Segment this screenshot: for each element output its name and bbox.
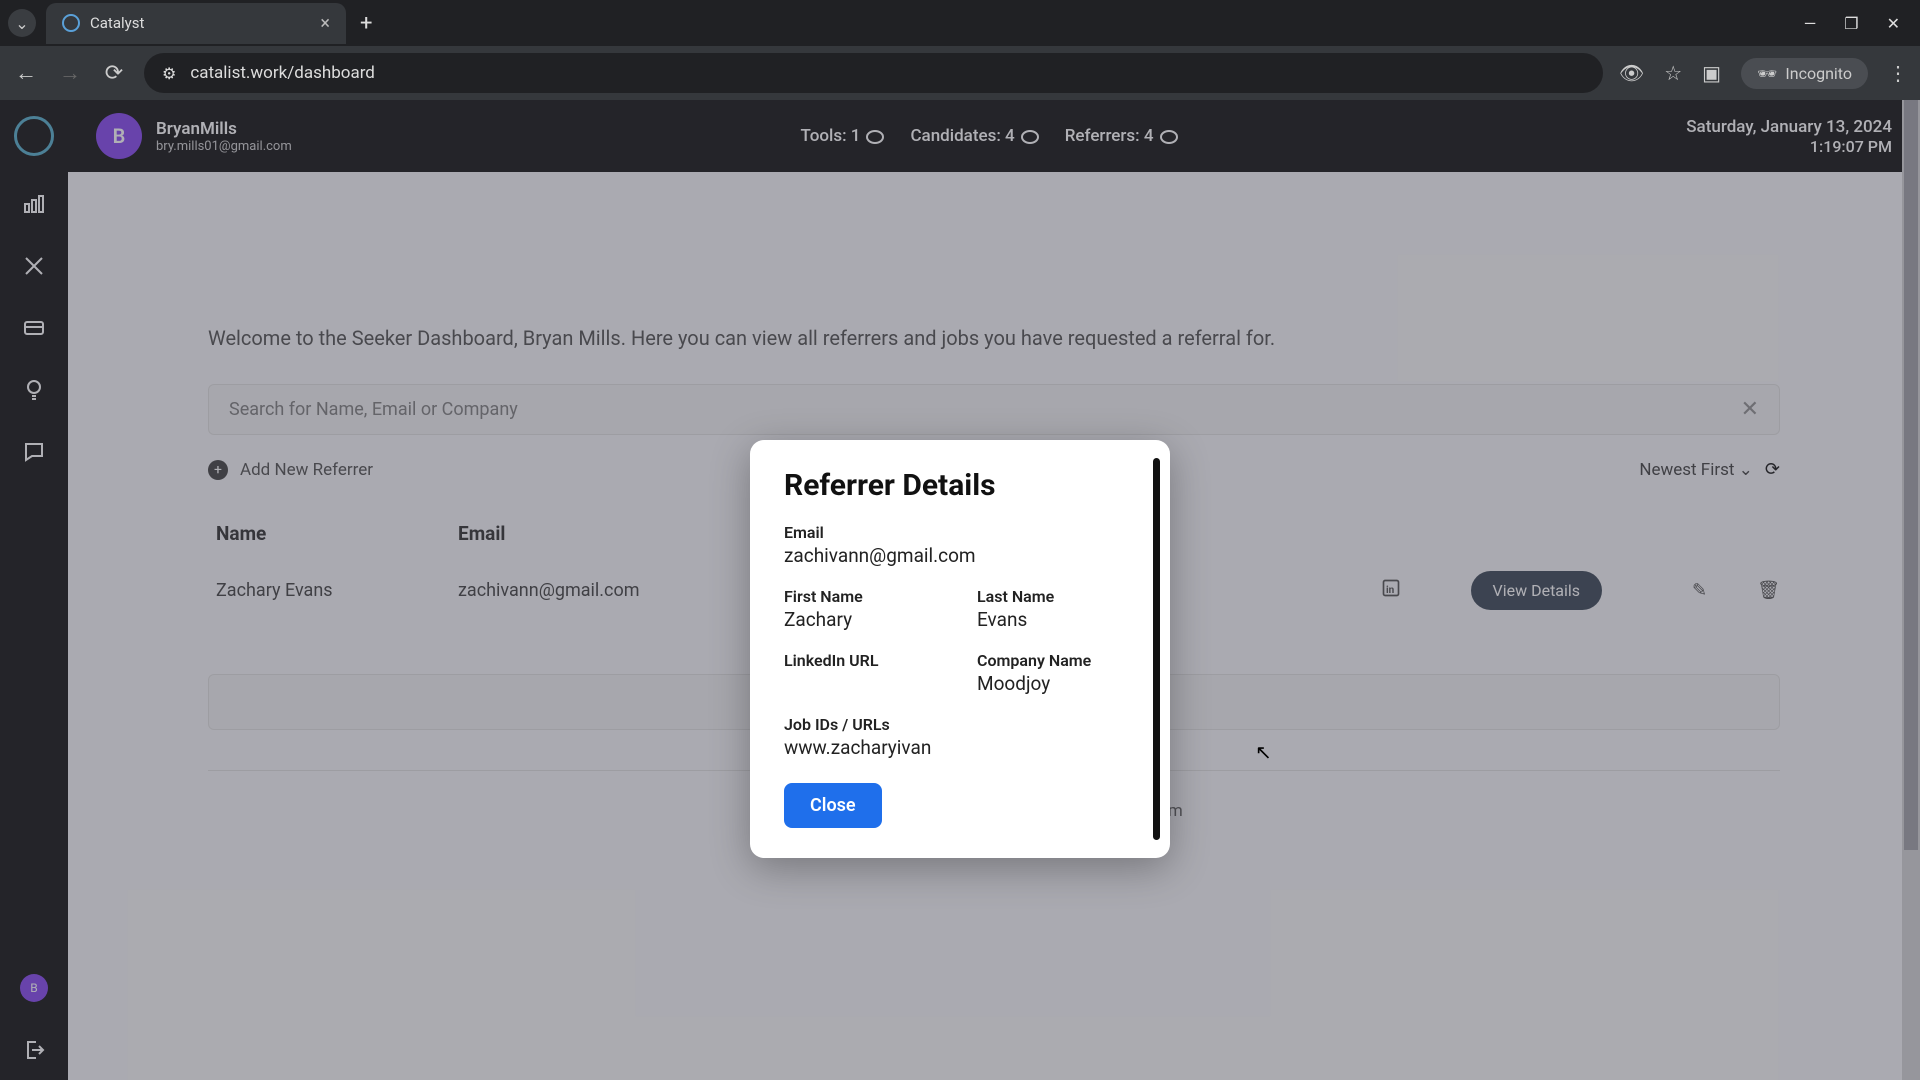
modal-title: Referrer Details	[784, 468, 1136, 503]
tab-search-button[interactable]: ⌄	[8, 9, 36, 37]
back-button[interactable]: ←	[12, 60, 40, 86]
url-input[interactable]: ⚙ catalist.work/dashboard	[144, 53, 1603, 93]
jobids-value: www.zacharyivan	[784, 736, 1136, 759]
new-tab-button[interactable]: +	[360, 11, 372, 36]
tab-title: Catalyst	[90, 14, 144, 32]
referrer-details-modal: Referrer Details Email zachivann@gmail.c…	[750, 440, 1170, 858]
company-label: Company Name	[977, 651, 1136, 670]
incognito-badge[interactable]: 🕶 Incognito	[1741, 58, 1868, 89]
first-name-label: First Name	[784, 587, 943, 606]
close-window-button[interactable]: ✕	[1887, 14, 1900, 33]
forward-button[interactable]: →	[56, 60, 84, 86]
close-button[interactable]: Close	[784, 783, 882, 828]
site-settings-icon[interactable]: ⚙	[162, 64, 176, 83]
panel-icon[interactable]: ▣	[1702, 61, 1721, 85]
last-name-value: Evans	[977, 608, 1136, 631]
tab-favicon	[62, 14, 80, 32]
incognito-icon: 🕶	[1757, 64, 1777, 83]
reload-button[interactable]: ⟳	[100, 61, 128, 86]
tab-bar: ⌄ Catalyst × + — ❐ ✕	[0, 0, 1920, 46]
first-name-value: Zachary	[784, 608, 943, 631]
linkedin-label: LinkedIn URL	[784, 651, 943, 670]
tab-close-icon[interactable]: ×	[320, 13, 330, 34]
eye-off-icon[interactable]: 👁	[1619, 61, 1644, 85]
address-bar: ← → ⟳ ⚙ catalist.work/dashboard 👁 ☆ ▣ 🕶 …	[0, 46, 1920, 100]
email-value: zachivann@gmail.com	[784, 544, 1136, 567]
browser-tab[interactable]: Catalyst ×	[46, 3, 346, 44]
company-value: Moodjoy	[977, 672, 1136, 695]
maximize-button[interactable]: ❐	[1844, 14, 1858, 33]
last-name-label: Last Name	[977, 587, 1136, 606]
minimize-button[interactable]: —	[1804, 14, 1817, 33]
url-text: catalist.work/dashboard	[190, 63, 375, 83]
browser-menu-button[interactable]: ⋮	[1888, 61, 1908, 85]
email-label: Email	[784, 523, 1136, 542]
window-controls: — ❐ ✕	[1804, 14, 1912, 33]
incognito-label: Incognito	[1785, 64, 1852, 83]
modal-scrollbar[interactable]	[1153, 458, 1160, 840]
jobids-label: Job IDs / URLs	[784, 715, 1136, 734]
bookmark-icon[interactable]: ☆	[1664, 61, 1682, 85]
